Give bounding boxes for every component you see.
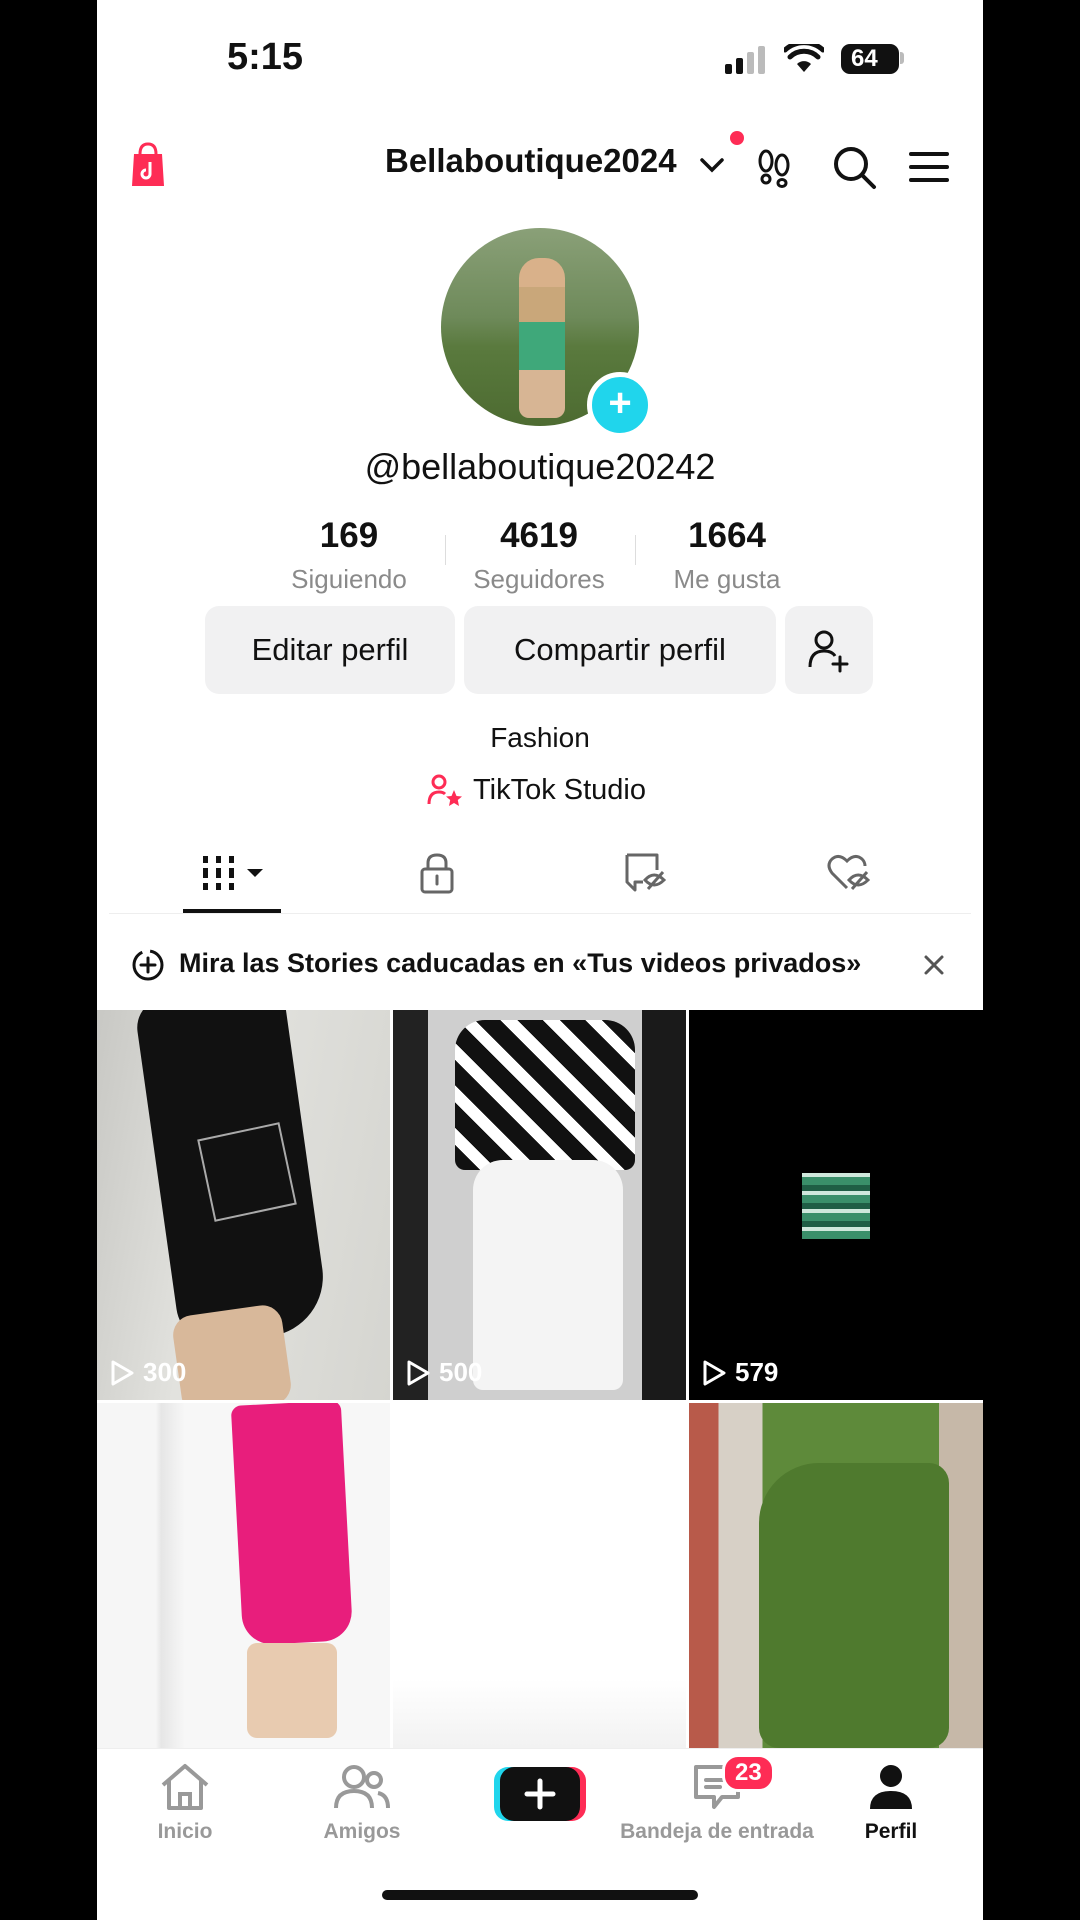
shop-bag-icon[interactable] [131,142,165,188]
create-plus-icon [494,1767,586,1821]
stat-label: Me gusta [673,564,781,594]
play-icon [407,1360,430,1385]
signal-icon [725,46,765,74]
view-count-value: 500 [439,1357,483,1387]
nav-label: Bandeja de entrada [620,1820,814,1843]
thumbnail-white-pants [473,1160,623,1390]
account-switcher-title[interactable]: Bellaboutique2024 [385,142,677,180]
menu-icon[interactable] [909,150,951,184]
battery-tip [900,52,904,64]
thumbnail-legs [247,1643,337,1738]
stat-value: 4619 [500,516,578,555]
stat-followers[interactable]: 4619 Seguidores [449,516,629,595]
view-count: 300 [109,1357,186,1388]
video-thumbnail[interactable] [689,1403,983,1748]
nav-label: Inicio [157,1820,213,1843]
lock-tab-icon[interactable] [419,852,455,894]
focus-square-icon [197,1122,297,1222]
share-profile-button[interactable]: Compartir perfil [464,606,776,694]
stat-following[interactable]: 169 Siguiendo [259,516,439,595]
profile-handle: @bellaboutique20242 [364,446,716,487]
videos-grid-tab-icon[interactable] [203,856,265,892]
footprints-icon[interactable] [753,146,795,188]
video-thumbnail[interactable]: 579 [689,1010,983,1400]
play-icon [111,1360,134,1385]
view-count: 579 [701,1357,778,1388]
thumbnail-pink-dress [230,1403,354,1646]
add-user-icon [808,630,849,673]
play-icon [703,1360,726,1385]
stat-label: Siguiendo [291,564,407,594]
battery-level: 64 [841,44,899,74]
video-thumbnail[interactable]: 300 [97,1010,390,1400]
stat-likes[interactable]: 1664 Me gusta [637,516,817,595]
tabs-divider [109,913,971,914]
video-thumbnail[interactable] [393,1403,686,1748]
close-icon[interactable] [922,953,946,977]
chevron-down-icon[interactable] [699,156,725,174]
thumbnail-print-shirt [455,1020,635,1170]
view-count-value: 579 [735,1357,779,1387]
stat-value: 1664 [688,516,766,555]
nav-friends[interactable]: Amigos [282,1763,442,1844]
add-friends-button[interactable] [785,606,873,694]
add-story-plus-icon[interactable]: + [587,372,653,438]
tiktok-studio-link[interactable]: TikTok Studio [427,773,646,807]
view-count: 500 [405,1357,482,1388]
friends-icon [334,1765,390,1809]
video-thumbnail[interactable] [97,1403,390,1748]
inbox-badge: 23 [722,1754,775,1792]
search-icon[interactable] [831,144,877,190]
nav-inbox[interactable]: Bandeja de entrada [617,1763,817,1844]
nav-home[interactable]: Inicio [105,1763,265,1844]
liked-hidden-tab-icon[interactable] [827,852,871,892]
stat-divider [635,535,636,565]
home-icon [161,1764,209,1810]
stat-value: 169 [319,516,379,555]
stat-divider [445,535,446,565]
view-count-value: 300 [143,1357,187,1387]
nav-label: Perfil [864,1820,918,1843]
wifi-icon [784,44,824,72]
nav-create[interactable] [460,1765,620,1832]
video-thumbnail[interactable]: 500 [393,1010,686,1400]
avatar-photo-figure [519,258,565,418]
thumbnail-fabric-swatch [802,1173,870,1239]
status-time: 5:15 [227,36,304,78]
creator-star-icon [427,774,462,806]
thumbnail-legs [170,1302,294,1400]
edit-profile-button[interactable]: Editar perfil [205,606,455,694]
notification-dot [730,131,744,145]
stat-label: Seguidores [473,564,605,594]
thumbnail-green-outfit [759,1463,949,1748]
story-add-icon [132,949,164,981]
expired-stories-banner-text[interactable]: Mira las Stories caducadas en «Tus video… [179,948,861,979]
reposts-hidden-tab-icon[interactable] [623,852,667,892]
profile-icon [870,1765,912,1809]
phone-screen: 5:15 64 Bellaboutique2024 + @bellaboutiq… [97,0,983,1920]
nav-label: Amigos [323,1820,401,1843]
tiktok-studio-label: TikTok Studio [473,773,646,806]
nav-profile[interactable]: Perfil [811,1763,971,1844]
profile-bio: Fashion [490,722,590,753]
home-indicator [382,1890,698,1900]
